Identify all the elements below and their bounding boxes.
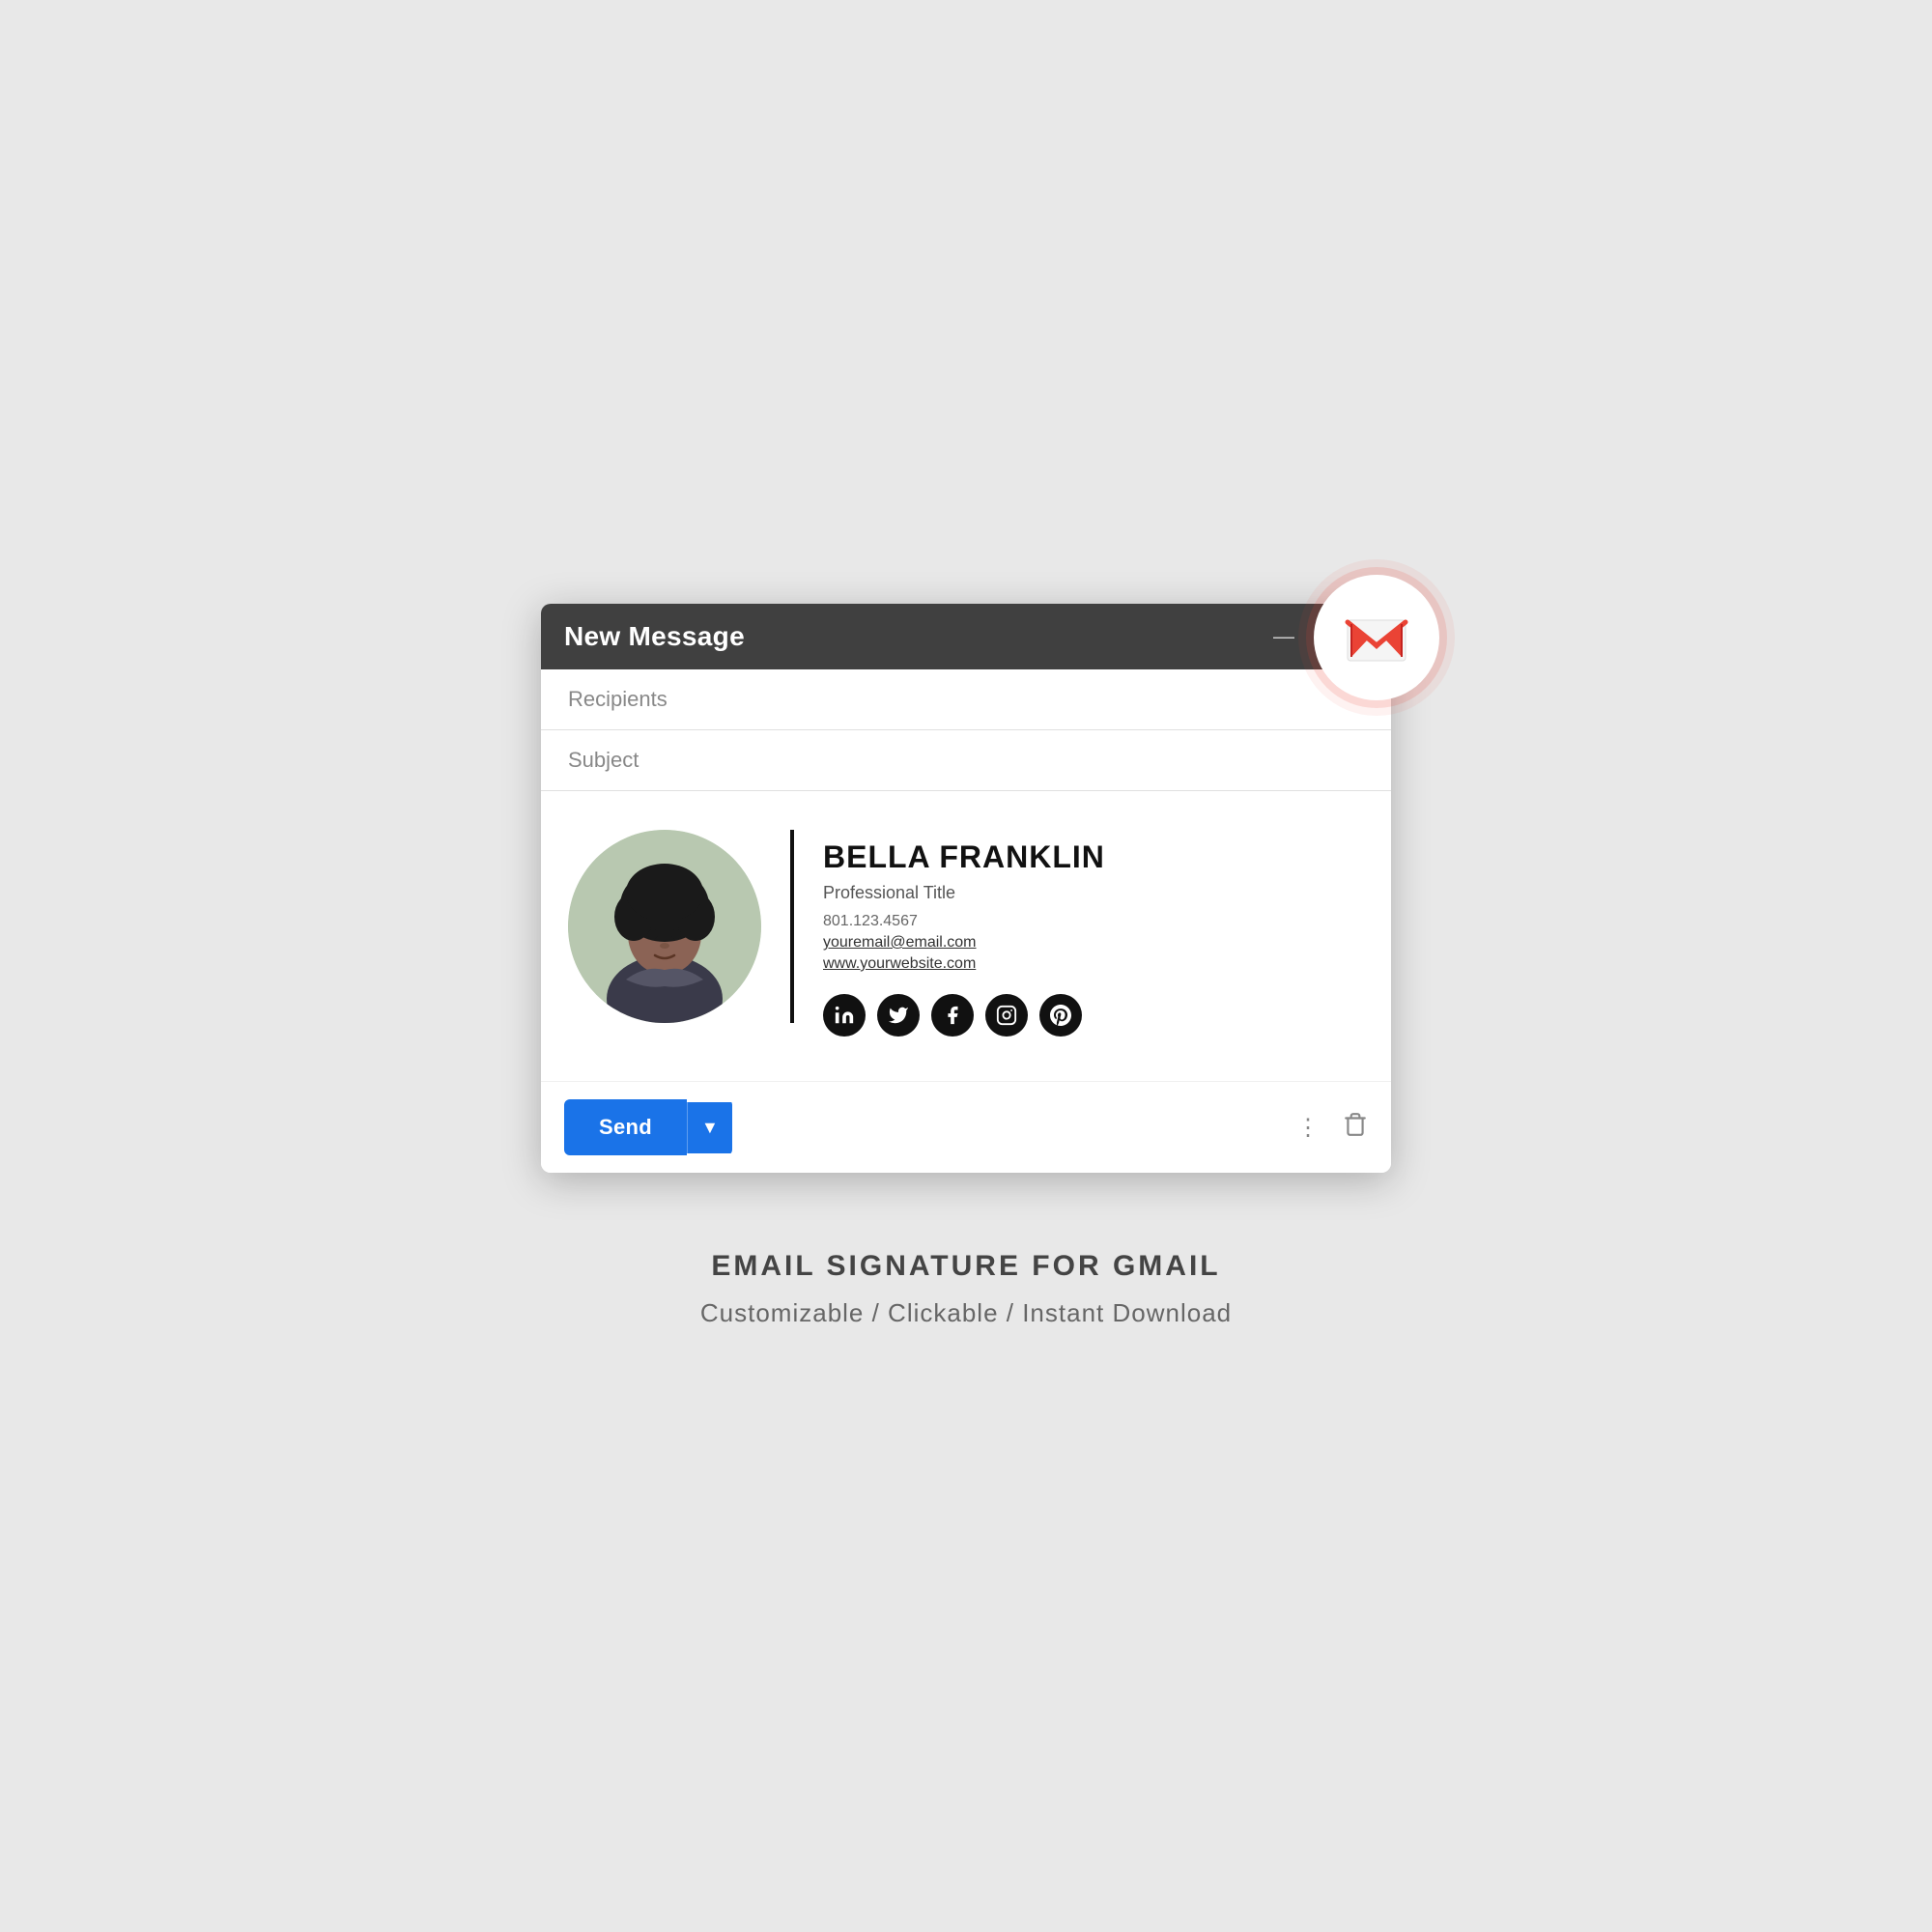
instagram-icon[interactable] [985, 994, 1028, 1037]
pinterest-icon[interactable] [1039, 994, 1082, 1037]
minimize-button[interactable]: — [1273, 626, 1294, 647]
more-options-icon[interactable]: ⋮ [1296, 1114, 1320, 1142]
twitter-icon[interactable] [877, 994, 920, 1037]
gmail-badge [1314, 575, 1439, 700]
subject-label: Subject [568, 748, 639, 772]
send-button-group: Send ▼ [564, 1099, 732, 1155]
signature-name: BELLA FRANKLIN [823, 839, 1105, 875]
trash-icon[interactable] [1343, 1112, 1368, 1144]
footer-icons: ⋮ [1296, 1112, 1368, 1144]
signature-title: Professional Title [823, 883, 1105, 903]
signature-phone: 801.123.4567 [823, 913, 1105, 930]
compose-body: Recipients Subject [541, 669, 1391, 1173]
bottom-title: EMAIL SIGNATURE FOR GMAIL [700, 1250, 1232, 1283]
window-title: New Message [564, 621, 745, 652]
bottom-subtitle: Customizable / Clickable / Instant Downl… [700, 1298, 1232, 1328]
facebook-icon[interactable] [931, 994, 974, 1037]
recipients-label: Recipients [568, 687, 668, 711]
bottom-label: EMAIL SIGNATURE FOR GMAIL Customizable /… [700, 1250, 1232, 1328]
signature-email[interactable]: youremail@email.com [823, 934, 1105, 952]
subject-field[interactable]: Subject [541, 730, 1391, 791]
linkedin-icon[interactable] [823, 994, 866, 1037]
compose-footer: Send ▼ ⋮ [541, 1081, 1391, 1173]
page-wrapper: New Message — ⤢ ✕ Recipients Subject [0, 604, 1932, 1328]
send-dropdown-button[interactable]: ▼ [687, 1102, 732, 1153]
avatar [568, 830, 761, 1023]
send-button[interactable]: Send [564, 1099, 687, 1155]
signature-card: BELLA FRANKLIN Professional Title 801.12… [568, 830, 1364, 1037]
signature-info: BELLA FRANKLIN Professional Title 801.12… [823, 830, 1105, 1037]
vertical-divider [790, 830, 794, 1023]
gmail-compose-window: New Message — ⤢ ✕ Recipients Subject [541, 604, 1391, 1173]
recipients-field[interactable]: Recipients [541, 669, 1391, 730]
signature-area: BELLA FRANKLIN Professional Title 801.12… [541, 791, 1391, 1081]
signature-website[interactable]: www.yourwebsite.com [823, 955, 1105, 973]
title-bar: New Message — ⤢ ✕ [541, 604, 1391, 669]
social-icons-row [823, 994, 1105, 1037]
